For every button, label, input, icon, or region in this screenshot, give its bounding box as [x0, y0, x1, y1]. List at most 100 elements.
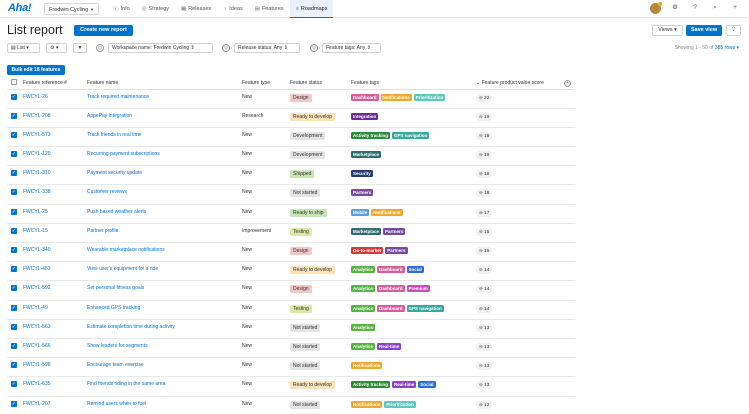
tag-badge[interactable]: Integration	[351, 112, 379, 120]
score-badge[interactable]: ⊖ 14	[476, 285, 493, 294]
feature-name-link[interactable]: Recurring payment subscriptions	[87, 151, 160, 157]
row-checkbox[interactable]: ✓	[11, 170, 17, 177]
tag-badge[interactable]: Social	[406, 266, 424, 274]
filter-toggle-icon[interactable]: ⊙	[96, 44, 104, 52]
row-checkbox[interactable]: ✓	[11, 323, 17, 330]
table-row[interactable]: ✓ FWCYL-566 Show leaders for segments New No…	[7, 338, 575, 359]
tag-badge[interactable]: Prioritization	[384, 400, 416, 408]
create-report-button[interactable]: Create new report	[74, 25, 133, 36]
feature-ref-link[interactable]: FWCYL-26	[23, 94, 48, 100]
score-badge[interactable]: ⊖ 13	[476, 323, 493, 332]
feature-ref-link[interactable]: FWCYL-338	[23, 189, 51, 195]
tag-badge[interactable]: Analytics	[351, 304, 376, 312]
feature-ref-link[interactable]: FWCYL-120	[23, 151, 51, 157]
score-badge[interactable]: ⊖ 15	[476, 227, 493, 236]
feature-name-link[interactable]: Estimate completion time during activity	[87, 324, 175, 330]
row-checkbox[interactable]: ✓	[11, 362, 17, 369]
status-badge[interactable]: Ready to develop	[290, 381, 335, 390]
tag-badge[interactable]: Analytics	[351, 285, 376, 293]
status-badge[interactable]: Design	[290, 247, 312, 255]
tag-badge[interactable]: Analytics	[351, 266, 376, 274]
row-checkbox[interactable]: ✓	[11, 189, 17, 196]
tag-badge[interactable]: Partners	[383, 227, 406, 235]
tag-badge[interactable]: Dashboard	[351, 93, 379, 101]
table-row[interactable]: ✓ FWCYL-635 Find friends riding in the sam…	[7, 376, 575, 397]
feature-ref-link[interactable]: FWCYL-598	[23, 362, 51, 368]
table-row[interactable]: ✓ FWCYL-598 Encourage team exercise New Not …	[7, 357, 575, 378]
tab-ideas[interactable]: ♁ Ideas	[217, 0, 249, 18]
score-badge[interactable]: ⊖ 22	[476, 93, 493, 102]
table-row[interactable]: ✓ FWCYL-208 AppePay integration Research Rea…	[7, 108, 575, 128]
tag-badge[interactable]: Security	[351, 170, 373, 178]
feature-ref-link[interactable]: FWCYL-340	[23, 247, 51, 253]
feature-ref-link[interactable]: FWCYL-207	[23, 401, 51, 407]
tag-badge[interactable]: Social	[418, 381, 436, 389]
tag-badge[interactable]: Mobile	[351, 208, 370, 216]
tag-badge[interactable]: Notifications	[380, 93, 412, 101]
score-badge[interactable]: ⊖ 18	[476, 189, 493, 198]
status-badge[interactable]: Shipped	[290, 170, 315, 179]
row-checkbox[interactable]: ✓	[11, 208, 17, 215]
tag-badge[interactable]: Activity tracking	[351, 381, 391, 389]
row-checkbox[interactable]: ✓	[11, 151, 17, 158]
filter-icon[interactable]: ▼	[73, 43, 87, 53]
row-checkbox[interactable]: ✓	[11, 285, 17, 292]
row-checkbox[interactable]: ✓	[11, 342, 17, 349]
feature-name-link[interactable]: AppePay integration	[87, 113, 132, 119]
feature-ref-link[interactable]: FWCYL-208	[23, 113, 51, 119]
tag-badge[interactable]: Activity tracking	[351, 131, 391, 139]
feature-name-link[interactable]: Enhanced GPS tracking	[87, 305, 140, 311]
feature-name-link[interactable]: Show leaders for segments	[87, 343, 148, 349]
tab-strategy[interactable]: ◎ Strategy	[136, 0, 175, 18]
row-checkbox[interactable]: ✓	[11, 131, 17, 138]
score-badge[interactable]: ⊖ 15	[476, 247, 493, 255]
column-header-status[interactable]: Feature status	[288, 78, 349, 90]
workspace-selector[interactable]: Fredwin Cycling ▼	[44, 3, 100, 15]
table-row[interactable]: ✓ FWCYL-338 Customer reviews New Not started…	[7, 184, 575, 205]
table-row[interactable]: ✓ FWCYL-49 Enhanced GPS tracking New Testing…	[7, 300, 575, 320]
column-header-name[interactable]: Feature name	[85, 78, 240, 90]
status-badge[interactable]: Design	[290, 93, 312, 102]
tab-info[interactable]: ⓘ Info	[107, 0, 136, 18]
column-header-score[interactable]: ⌄ Feature product value score	[474, 78, 575, 90]
status-badge[interactable]: Design	[290, 285, 312, 294]
feature-name-link[interactable]: Encourage team exercise	[87, 362, 144, 368]
status-badge[interactable]: Not started	[290, 400, 321, 409]
column-header-tags[interactable]: Feature tags	[349, 78, 474, 90]
tag-badge[interactable]: Dashboard	[377, 304, 405, 312]
tab-releases[interactable]: ▦ Releases	[175, 0, 217, 18]
row-checkbox[interactable]: ✓	[11, 381, 17, 388]
column-header-type[interactable]: Feature type	[240, 78, 288, 90]
score-badge[interactable]: ⊖ 13	[476, 381, 493, 390]
table-row[interactable]: ✓ FWCYL-120 Recurring payment subscription…	[7, 146, 575, 167]
feature-name-link[interactable]: Track friends in real time	[87, 132, 142, 138]
table-row[interactable]: ✓ FWCYL-310 Payment security update New Ship…	[7, 165, 575, 186]
tag-badge[interactable]: Dashboard	[377, 266, 405, 274]
status-badge[interactable]: Ready to ship	[290, 208, 327, 217]
tag-badge[interactable]: Notifications	[371, 208, 403, 216]
tag-badge[interactable]: Partners	[351, 189, 374, 197]
status-badge[interactable]: Not started	[290, 362, 321, 371]
status-badge[interactable]: Not started	[290, 323, 321, 332]
tag-badge[interactable]: Partners	[385, 247, 408, 254]
feature-name-link[interactable]: Push based weather alerts	[87, 209, 146, 215]
feature-ref-link[interactable]: FWCYL-310	[23, 170, 51, 176]
feature-name-link[interactable]: Set personal fitness goals	[87, 285, 144, 291]
status-badge[interactable]: Not started	[290, 189, 321, 198]
table-row[interactable]: ✓ FWCYL-573 Track friends in real time New D…	[7, 127, 575, 148]
feature-ref-link[interactable]: FWCYL-463	[23, 266, 51, 272]
status-badge[interactable]: Development	[290, 151, 326, 160]
tag-badge[interactable]: GPS navigation	[406, 304, 444, 312]
release-status-filter[interactable]: Release status: Any ⇕	[234, 43, 300, 53]
help-icon[interactable]: ?	[689, 2, 701, 14]
tab-roadmaps[interactable]: ≡ Roadmaps	[289, 0, 334, 18]
status-badge[interactable]: Development	[290, 131, 326, 140]
share-icon[interactable]: ⇪	[726, 25, 741, 36]
row-checkbox[interactable]: ✓	[11, 400, 17, 407]
tag-badge[interactable]: Real-time	[377, 342, 402, 350]
tab-features[interactable]: ▤ Features	[249, 0, 290, 18]
add-column-icon[interactable]: +	[564, 80, 571, 87]
column-header-ref[interactable]: Feature reference #	[21, 78, 85, 90]
table-row[interactable]: ✓ FWCYL-15 Partner profile Improvement Testi…	[7, 223, 575, 244]
status-badge[interactable]: Ready to develop	[290, 112, 335, 121]
